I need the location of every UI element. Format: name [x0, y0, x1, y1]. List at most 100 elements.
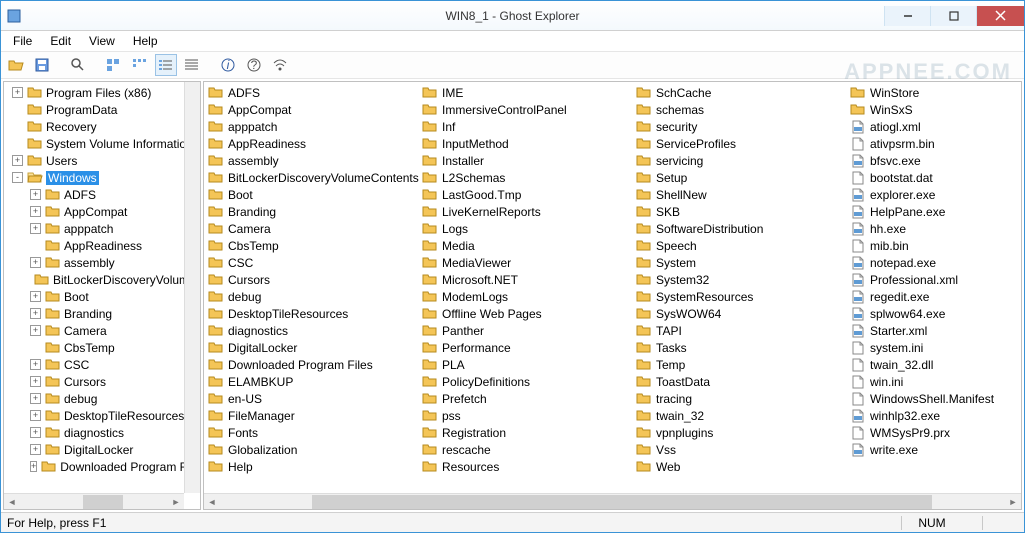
- list-item[interactable]: SKB: [632, 203, 842, 220]
- list-item[interactable]: bfsvc.exe: [846, 152, 1022, 169]
- scroll-left-icon[interactable]: ◄: [4, 494, 20, 510]
- list-item[interactable]: mib.bin: [846, 237, 1022, 254]
- tree-item[interactable]: +DesktopTileResources: [4, 407, 200, 424]
- list-item[interactable]: debug: [204, 288, 414, 305]
- list-item[interactable]: AppReadiness: [204, 135, 414, 152]
- list-item[interactable]: WinSxS: [846, 101, 1022, 118]
- list-item[interactable]: Branding: [204, 203, 414, 220]
- tree-item[interactable]: System Volume Information: [4, 135, 200, 152]
- scroll-right-icon[interactable]: ►: [168, 494, 184, 510]
- menu-file[interactable]: File: [5, 32, 40, 50]
- list-item[interactable]: vpnplugins: [632, 424, 842, 441]
- tree-item[interactable]: +CSC: [4, 356, 200, 373]
- list-item[interactable]: Panther: [418, 322, 628, 339]
- expand-icon[interactable]: +: [30, 223, 41, 234]
- tree-item[interactable]: +Users: [4, 152, 200, 169]
- tree-item[interactable]: +diagnostics: [4, 424, 200, 441]
- list-item[interactable]: Help: [204, 458, 414, 475]
- list-item[interactable]: Inf: [418, 118, 628, 135]
- list-item[interactable]: Setup: [632, 169, 842, 186]
- details-view-icon[interactable]: [181, 54, 203, 76]
- list-item[interactable]: en-US: [204, 390, 414, 407]
- list-item[interactable]: bootstat.dat: [846, 169, 1022, 186]
- help-icon[interactable]: ?: [243, 54, 265, 76]
- list-item[interactable]: TAPI: [632, 322, 842, 339]
- list-item[interactable]: splwow64.exe: [846, 305, 1022, 322]
- list-item[interactable]: Tasks: [632, 339, 842, 356]
- tree-item[interactable]: Recovery: [4, 118, 200, 135]
- list-item[interactable]: diagnostics: [204, 322, 414, 339]
- tree-item[interactable]: +Branding: [4, 305, 200, 322]
- tree-item[interactable]: -Windows: [4, 169, 200, 186]
- list-item[interactable]: L2Schemas: [418, 169, 628, 186]
- list-item[interactable]: BitLockerDiscoveryVolumeContents: [204, 169, 414, 186]
- list-item[interactable]: rescache: [418, 441, 628, 458]
- network-icon[interactable]: [269, 54, 291, 76]
- small-icons-icon[interactable]: [129, 54, 151, 76]
- list-item[interactable]: System32: [632, 271, 842, 288]
- maximize-button[interactable]: [930, 6, 976, 26]
- list-item[interactable]: Boot: [204, 186, 414, 203]
- list-item[interactable]: explorer.exe: [846, 186, 1022, 203]
- list-item[interactable]: ImmersiveControlPanel: [418, 101, 628, 118]
- list-item[interactable]: FileManager: [204, 407, 414, 424]
- list-item[interactable]: Fonts: [204, 424, 414, 441]
- tree-item[interactable]: ProgramData: [4, 101, 200, 118]
- list-item[interactable]: SystemResources: [632, 288, 842, 305]
- list-view-icon[interactable]: [155, 54, 177, 76]
- list-item[interactable]: Resources: [418, 458, 628, 475]
- list-item[interactable]: CbsTemp: [204, 237, 414, 254]
- list-item[interactable]: Starter.xml: [846, 322, 1022, 339]
- list-item[interactable]: ModemLogs: [418, 288, 628, 305]
- list-item[interactable]: Downloaded Program Files: [204, 356, 414, 373]
- list-item[interactable]: Microsoft.NET: [418, 271, 628, 288]
- expand-icon[interactable]: +: [12, 87, 23, 98]
- list-item[interactable]: PLA: [418, 356, 628, 373]
- tree-item[interactable]: +DigitalLocker: [4, 441, 200, 458]
- list-item[interactable]: WindowsShell.Manifest: [846, 390, 1022, 407]
- scroll-left-icon[interactable]: ◄: [204, 494, 220, 510]
- tree-item[interactable]: +ADFS: [4, 186, 200, 203]
- minimize-button[interactable]: [884, 6, 930, 26]
- list-item[interactable]: ADFS: [204, 84, 414, 101]
- scroll-thumb[interactable]: [312, 495, 932, 509]
- list-item[interactable]: AppCompat: [204, 101, 414, 118]
- expand-icon[interactable]: +: [30, 376, 41, 387]
- list-item[interactable]: System: [632, 254, 842, 271]
- tree-panel[interactable]: +Program Files (x86)ProgramDataRecoveryS…: [3, 81, 201, 510]
- list-item[interactable]: apppatch: [204, 118, 414, 135]
- list-item[interactable]: CSC: [204, 254, 414, 271]
- list-item[interactable]: SoftwareDistribution: [632, 220, 842, 237]
- menu-help[interactable]: Help: [125, 32, 166, 50]
- list-item[interactable]: InputMethod: [418, 135, 628, 152]
- info-icon[interactable]: i: [217, 54, 239, 76]
- list-item[interactable]: DesktopTileResources: [204, 305, 414, 322]
- expand-icon[interactable]: +: [30, 291, 41, 302]
- tree-item[interactable]: CbsTemp: [4, 339, 200, 356]
- expand-icon[interactable]: +: [30, 393, 41, 404]
- tree-item[interactable]: +debug: [4, 390, 200, 407]
- list-item[interactable]: ToastData: [632, 373, 842, 390]
- list-hscroll[interactable]: ◄ ►: [204, 493, 1021, 509]
- tree-item[interactable]: +Cursors: [4, 373, 200, 390]
- list-item[interactable]: atiogl.xml: [846, 118, 1022, 135]
- menu-edit[interactable]: Edit: [42, 32, 79, 50]
- tree-item[interactable]: +Program Files (x86): [4, 84, 200, 101]
- list-item[interactable]: SchCache: [632, 84, 842, 101]
- list-item[interactable]: tracing: [632, 390, 842, 407]
- list-item[interactable]: ativpsrm.bin: [846, 135, 1022, 152]
- list-item[interactable]: LiveKernelReports: [418, 203, 628, 220]
- list-item[interactable]: Web: [632, 458, 842, 475]
- expand-icon[interactable]: +: [30, 206, 41, 217]
- tree-vscroll[interactable]: [184, 82, 200, 493]
- expand-icon[interactable]: +: [30, 325, 41, 336]
- list-item[interactable]: twain_32.dll: [846, 356, 1022, 373]
- list-item[interactable]: DigitalLocker: [204, 339, 414, 356]
- scroll-thumb[interactable]: [83, 495, 123, 509]
- list-item[interactable]: Performance: [418, 339, 628, 356]
- list-item[interactable]: Prefetch: [418, 390, 628, 407]
- titlebar[interactable]: WIN8_1 - Ghost Explorer: [1, 1, 1024, 31]
- list-panel[interactable]: ADFSAppCompatapppatchAppReadinessassembl…: [203, 81, 1022, 510]
- expand-icon[interactable]: +: [12, 155, 23, 166]
- expand-icon[interactable]: +: [30, 359, 41, 370]
